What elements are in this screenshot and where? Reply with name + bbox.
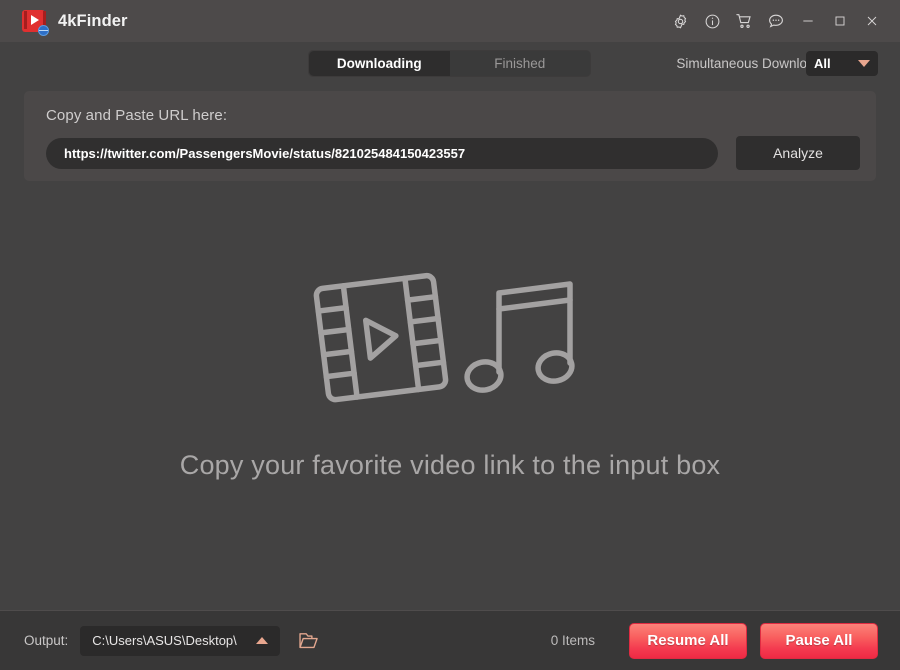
url-panel-caption: Copy and Paste URL here: [46,107,228,124]
title-bar: 4kFinder [0,0,900,42]
tab-finished[interactable]: Finished [450,51,591,76]
settings-gear-icon[interactable] [664,5,696,37]
pause-all-button[interactable]: Pause All [760,622,878,659]
app-logo-icon [22,9,49,36]
url-input[interactable]: https://twitter.com/PassengersMovie/stat… [46,137,718,169]
tab-row: Downloading Finished Simultaneous Downlo… [0,42,900,84]
feedback-bubble-icon[interactable] [760,5,792,37]
chevron-down-icon [858,60,870,67]
close-icon[interactable] [856,5,888,37]
open-folder-icon[interactable] [296,629,320,653]
tab-group: Downloading Finished [308,50,591,77]
info-icon[interactable] [696,5,728,37]
url-row: https://twitter.com/PassengersMovie/stat… [46,136,860,170]
output-path-value: C:\Users\ASUS\Desktop\ [92,633,237,648]
analyze-button[interactable]: Analyze [736,136,860,170]
chevron-up-icon [256,637,269,644]
simultaneous-download-select[interactable]: All [806,51,878,76]
maximize-icon[interactable] [824,5,856,37]
window-controls [664,5,888,37]
resume-all-button[interactable]: Resume All [629,622,747,659]
app-window: 4kFinder Downloading Finished Simultaneo… [0,0,900,670]
cart-icon[interactable] [728,5,760,37]
empty-state-message: Copy your favorite video link to the inp… [179,450,721,480]
url-panel: Copy and Paste URL here: https://twitter… [24,91,876,181]
output-label: Output: [24,633,69,648]
empty-state: Copy your favorite video link to the inp… [0,181,900,610]
item-count: 0 Items [550,633,595,648]
empty-state-illustration [308,266,593,416]
tab-downloading[interactable]: Downloading [309,51,450,76]
minimize-icon[interactable] [792,5,824,37]
brand: 4kFinder [22,9,128,36]
simultaneous-download-label: Simultaneous Download [676,55,822,71]
app-title: 4kFinder [58,11,128,30]
output-path-select[interactable]: C:\Users\ASUS\Desktop\ [80,625,281,656]
bottom-bar: Output: C:\Users\ASUS\Desktop\ 0 Items R… [0,610,900,670]
simultaneous-download-value: All [814,56,831,71]
